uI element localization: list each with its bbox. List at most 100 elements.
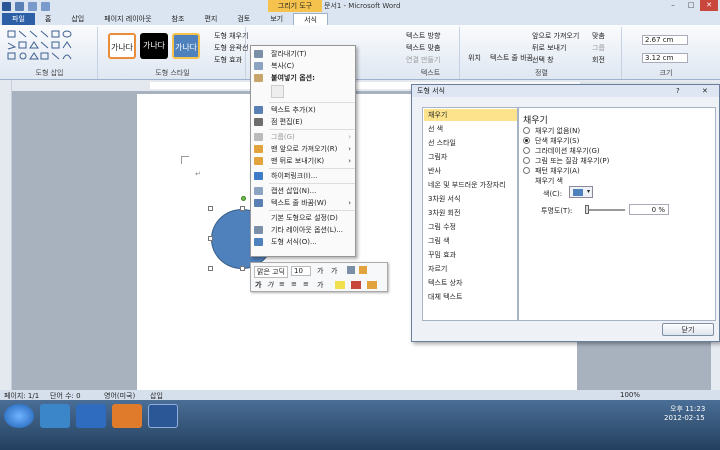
font-size-box[interactable]: 10: [291, 266, 311, 276]
start-button[interactable]: [4, 404, 34, 428]
resize-handle[interactable]: [208, 266, 213, 271]
color-picker-button[interactable]: ▾: [569, 186, 593, 198]
undo-icon[interactable]: [28, 1, 37, 11]
create-link-button[interactable]: 연결 만들기: [406, 55, 440, 65]
menu-item-format-shape[interactable]: 도형 서식(O)...: [251, 237, 355, 247]
shape-fill-button[interactable]: 도형 채우기: [214, 31, 248, 41]
dialog-help-button[interactable]: ?: [676, 87, 680, 95]
category-3d-rotation[interactable]: 3차원 회전: [424, 207, 517, 219]
category-text-box[interactable]: 텍스트 상자: [424, 277, 517, 289]
shape-gallery-icon[interactable]: [6, 29, 86, 65]
transparency-slider-thumb[interactable]: [585, 205, 589, 214]
radio-picture-fill[interactable]: [523, 157, 530, 164]
category-3d-format[interactable]: 3차원 서식: [424, 193, 517, 205]
style-preview-2[interactable]: 가나다: [140, 33, 168, 59]
align-center-icon[interactable]: ≡: [279, 280, 285, 288]
transparency-input[interactable]: 0 %: [629, 204, 669, 215]
menu-item-cut[interactable]: 잘라내기(T): [251, 49, 355, 59]
tab-mailings[interactable]: 편지: [194, 13, 227, 25]
menu-item-hyperlink[interactable]: 하이퍼링크(I)...: [251, 171, 355, 181]
maximize-button[interactable]: □: [682, 0, 700, 11]
font-color-icon[interactable]: 가: [317, 280, 323, 290]
category-shadow[interactable]: 그림자: [424, 151, 517, 163]
dialog-close-icon[interactable]: ✕: [702, 87, 708, 95]
selection-pane-button[interactable]: 선택 창: [532, 55, 554, 65]
menu-item-set-default-shape[interactable]: 기본 도형으로 설정(D): [251, 213, 355, 223]
category-picture-corrections[interactable]: 그림 수정: [424, 221, 517, 233]
dialog-close-button[interactable]: 닫기: [662, 323, 714, 336]
text-color-icon[interactable]: [351, 281, 361, 289]
tab-format[interactable]: 서식: [293, 13, 328, 25]
bold-icon[interactable]: 가: [255, 280, 261, 290]
tab-file[interactable]: 파일: [2, 13, 35, 25]
paste-option-icon[interactable]: [271, 85, 284, 98]
resize-handle[interactable]: [240, 266, 245, 271]
firefox-icon[interactable]: [112, 404, 142, 428]
zoom-level[interactable]: 100%: [620, 391, 640, 399]
tab-references[interactable]: 참조: [162, 13, 195, 25]
resize-handle[interactable]: [208, 206, 213, 211]
width-input[interactable]: 3.12 cm: [642, 53, 688, 63]
menu-item-more-layout[interactable]: 기타 레이아웃 옵션(L)...: [251, 225, 355, 235]
minimize-button[interactable]: –: [664, 0, 682, 11]
menu-item-copy[interactable]: 복사(C): [251, 61, 355, 71]
category-glow[interactable]: 네온 및 부드러운 가장자리: [424, 179, 517, 191]
radio-no-fill[interactable]: [523, 127, 530, 134]
menu-item-add-text[interactable]: 텍스트 추가(X): [251, 105, 355, 115]
text-direction-button[interactable]: 텍스트 방향: [406, 31, 440, 41]
menu-item-group[interactable]: 그룹(G) ›: [251, 132, 355, 142]
align-button[interactable]: 맞춤: [592, 31, 605, 41]
style-preview-1[interactable]: 가나다: [108, 33, 136, 59]
category-alt-text[interactable]: 대체 텍스트: [424, 291, 517, 303]
font-name-box[interactable]: 맑은 고딕: [254, 266, 288, 278]
radio-solid-fill[interactable]: [523, 137, 530, 144]
italic-icon[interactable]: 가: [267, 280, 273, 290]
group-button[interactable]: 그룹: [592, 43, 605, 53]
menu-item-edit-points[interactable]: 점 편집(E): [251, 117, 355, 127]
radio-gradient-fill[interactable]: [523, 147, 530, 154]
resize-handle[interactable]: [240, 206, 245, 211]
transparency-slider-track[interactable]: [585, 209, 625, 211]
menu-item-send-to-back[interactable]: 맨 뒤로 보내기(K) ›: [251, 156, 355, 166]
save-icon[interactable]: [15, 1, 24, 11]
category-crop[interactable]: 자르기: [424, 263, 517, 275]
rotate-button[interactable]: 회전: [592, 55, 605, 65]
category-line-color[interactable]: 선 색: [424, 123, 517, 135]
close-button[interactable]: ✕: [700, 0, 718, 11]
send-backward-button[interactable]: 뒤로 보내기: [532, 43, 566, 53]
word-taskbar-icon[interactable]: [148, 404, 178, 428]
category-fill[interactable]: 채우기: [424, 109, 517, 121]
shrink-font-icon[interactable]: 가: [331, 266, 337, 276]
tab-home[interactable]: 홈: [35, 13, 61, 25]
folder-icon[interactable]: [40, 404, 70, 428]
tab-review[interactable]: 검토: [227, 13, 260, 25]
wrap-text-button[interactable]: 텍스트 줄 바꿈: [490, 53, 533, 63]
resize-handle[interactable]: [208, 236, 213, 241]
shape-outline-button[interactable]: 도형 윤곽선: [214, 43, 248, 53]
rotation-handle[interactable]: [241, 196, 246, 201]
align-left-icon[interactable]: ≡: [291, 280, 297, 288]
category-reflection[interactable]: 반사: [424, 165, 517, 177]
category-line-style[interactable]: 선 스타일: [424, 137, 517, 149]
brush-icon[interactable]: [367, 281, 377, 289]
shape-effects-button[interactable]: 도형 효과: [214, 55, 242, 65]
radio-pattern-fill[interactable]: [523, 167, 530, 174]
style-preview-3[interactable]: 가나다: [172, 33, 200, 59]
menu-item-bring-to-front[interactable]: 맨 앞으로 가져오기(R) ›: [251, 144, 355, 154]
tab-page-layout[interactable]: 페이지 레이아웃: [94, 13, 161, 25]
category-artistic-effects[interactable]: 꾸밈 효과: [424, 249, 517, 261]
redo-icon[interactable]: [41, 1, 50, 11]
menu-item-wrap-text[interactable]: 텍스트 줄 바꿈(W) ›: [251, 198, 355, 208]
highlight-icon[interactable]: [335, 281, 345, 289]
menu-item-insert-caption[interactable]: 캡션 삽입(N)...: [251, 186, 355, 196]
bring-forward-button[interactable]: 앞으로 가져오기: [532, 31, 579, 41]
grow-font-icon[interactable]: 가: [317, 266, 323, 276]
justify-icon[interactable]: ≡: [303, 280, 309, 288]
tab-insert[interactable]: 삽입: [61, 13, 94, 25]
text-align-button[interactable]: 텍스트 맞춤: [406, 43, 440, 53]
format-painter-icon[interactable]: [359, 266, 367, 274]
position-button[interactable]: 위치: [468, 53, 481, 63]
height-input[interactable]: 2.67 cm: [642, 35, 688, 45]
category-picture-color[interactable]: 그림 색: [424, 235, 517, 247]
tab-view[interactable]: 보기: [260, 13, 293, 25]
